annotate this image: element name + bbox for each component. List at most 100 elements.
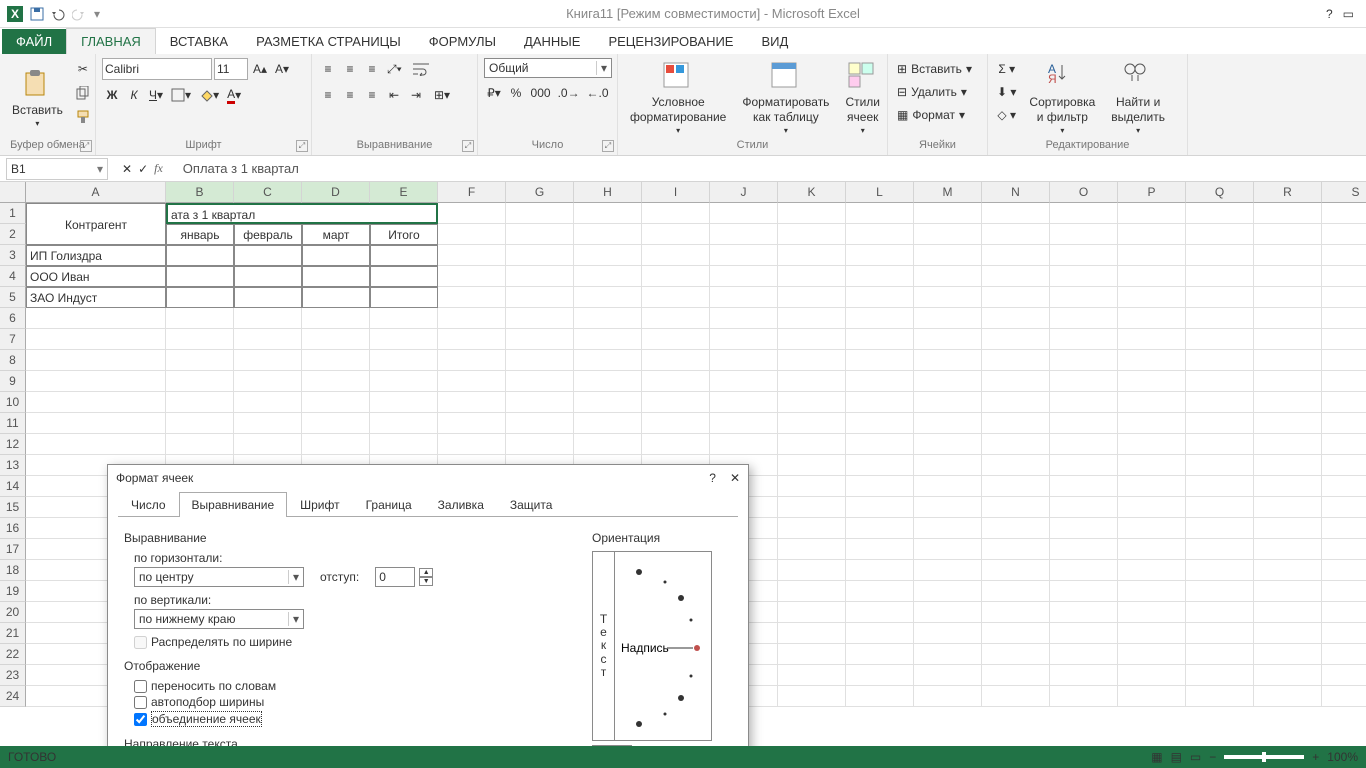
decrease-indent-icon[interactable]: ⇤	[384, 84, 404, 106]
cell[interactable]	[982, 602, 1050, 623]
cell[interactable]	[1254, 308, 1322, 329]
cell[interactable]: март	[302, 224, 370, 245]
col-head[interactable]: L	[846, 182, 914, 203]
cell[interactable]	[166, 287, 234, 308]
tab-home[interactable]: ГЛАВНАЯ	[66, 28, 156, 54]
cell[interactable]	[982, 665, 1050, 686]
cell[interactable]	[642, 245, 710, 266]
decrease-decimal-icon[interactable]: ←.0	[584, 82, 611, 104]
cell[interactable]	[778, 413, 846, 434]
cell[interactable]	[438, 413, 506, 434]
cell[interactable]	[302, 308, 370, 329]
cell[interactable]	[1186, 392, 1254, 413]
fill-icon[interactable]: ⬇ ▾	[994, 81, 1019, 103]
col-head[interactable]: O	[1050, 182, 1118, 203]
cell[interactable]	[166, 245, 234, 266]
cell[interactable]	[1186, 413, 1254, 434]
cell[interactable]	[982, 224, 1050, 245]
dtab-border[interactable]: Граница	[353, 492, 425, 517]
cell[interactable]	[1322, 308, 1366, 329]
cell[interactable]	[846, 224, 914, 245]
enter-formula-icon[interactable]: ✓	[138, 162, 148, 176]
cell[interactable]	[642, 224, 710, 245]
row-head[interactable]: 21	[0, 623, 26, 644]
row-head[interactable]: 3	[0, 245, 26, 266]
cell[interactable]	[846, 518, 914, 539]
cell[interactable]	[710, 266, 778, 287]
dtab-number[interactable]: Число	[118, 492, 179, 517]
cell[interactable]	[438, 350, 506, 371]
cell[interactable]	[438, 329, 506, 350]
cell[interactable]	[1050, 329, 1118, 350]
row-head[interactable]: 19	[0, 581, 26, 602]
font-name-select[interactable]	[102, 58, 212, 80]
cell[interactable]	[1050, 665, 1118, 686]
cell[interactable]	[982, 560, 1050, 581]
row-head[interactable]: 24	[0, 686, 26, 707]
indent-down-icon[interactable]: ▼	[419, 577, 433, 586]
cell[interactable]	[1322, 287, 1366, 308]
cell[interactable]	[1050, 392, 1118, 413]
cell[interactable]	[166, 371, 234, 392]
ribbon-toggle-icon[interactable]: ▭	[1343, 7, 1354, 21]
cell[interactable]	[26, 308, 166, 329]
cell[interactable]	[778, 224, 846, 245]
cell[interactable]	[1118, 644, 1186, 665]
cell[interactable]	[982, 329, 1050, 350]
cell[interactable]	[914, 371, 982, 392]
cell[interactable]	[1118, 686, 1186, 707]
cell[interactable]	[574, 434, 642, 455]
cell[interactable]	[846, 413, 914, 434]
cell[interactable]	[846, 602, 914, 623]
formula-bar[interactable]: Оплата з 1 квартал	[163, 161, 1366, 176]
cell[interactable]	[1254, 665, 1322, 686]
cell[interactable]	[1186, 623, 1254, 644]
cell[interactable]	[914, 539, 982, 560]
cell[interactable]	[1254, 686, 1322, 707]
cell[interactable]	[1186, 497, 1254, 518]
cut-icon[interactable]: ✂	[73, 58, 93, 80]
tab-file[interactable]: ФАЙЛ	[2, 29, 66, 54]
cell[interactable]	[642, 203, 710, 224]
cell[interactable]	[778, 434, 846, 455]
col-head[interactable]: B	[166, 182, 234, 203]
comma-icon[interactable]: 000	[528, 82, 553, 104]
help-icon[interactable]: ?	[1326, 7, 1333, 21]
indent-spinner[interactable]	[375, 567, 415, 587]
cell[interactable]: Итого	[370, 224, 438, 245]
cell[interactable]	[1118, 476, 1186, 497]
cell[interactable]	[778, 686, 846, 707]
col-head[interactable]: A	[26, 182, 166, 203]
cell[interactable]	[506, 329, 574, 350]
cell[interactable]	[370, 350, 438, 371]
wrap-checkbox[interactable]	[134, 680, 147, 693]
cell[interactable]	[574, 413, 642, 434]
cell[interactable]	[1322, 413, 1366, 434]
cell[interactable]	[710, 245, 778, 266]
cell[interactable]	[166, 266, 234, 287]
cell[interactable]	[302, 266, 370, 287]
cell[interactable]	[26, 350, 166, 371]
cell[interactable]	[1254, 224, 1322, 245]
indent-up-icon[interactable]: ▲	[419, 568, 433, 577]
row-head[interactable]: 4	[0, 266, 26, 287]
row-head[interactable]: 14	[0, 476, 26, 497]
cell[interactable]	[778, 560, 846, 581]
cell[interactable]	[914, 245, 982, 266]
cell[interactable]	[26, 413, 166, 434]
increase-font-icon[interactable]: A▴	[250, 58, 270, 80]
cell[interactable]: ата з 1 квартал	[166, 203, 438, 224]
row-head[interactable]: 16	[0, 518, 26, 539]
cell[interactable]	[982, 686, 1050, 707]
fill-color-icon[interactable]: ▾	[196, 84, 222, 106]
cell[interactable]	[302, 329, 370, 350]
col-head[interactable]: N	[982, 182, 1050, 203]
cell[interactable]	[1050, 581, 1118, 602]
cell[interactable]	[1118, 602, 1186, 623]
cell[interactable]	[642, 266, 710, 287]
undo-icon[interactable]	[50, 5, 68, 23]
cell[interactable]	[1186, 434, 1254, 455]
row-head[interactable]: 20	[0, 602, 26, 623]
orientation-control[interactable]: Текст Надпись	[592, 551, 712, 741]
cell[interactable]	[1050, 623, 1118, 644]
